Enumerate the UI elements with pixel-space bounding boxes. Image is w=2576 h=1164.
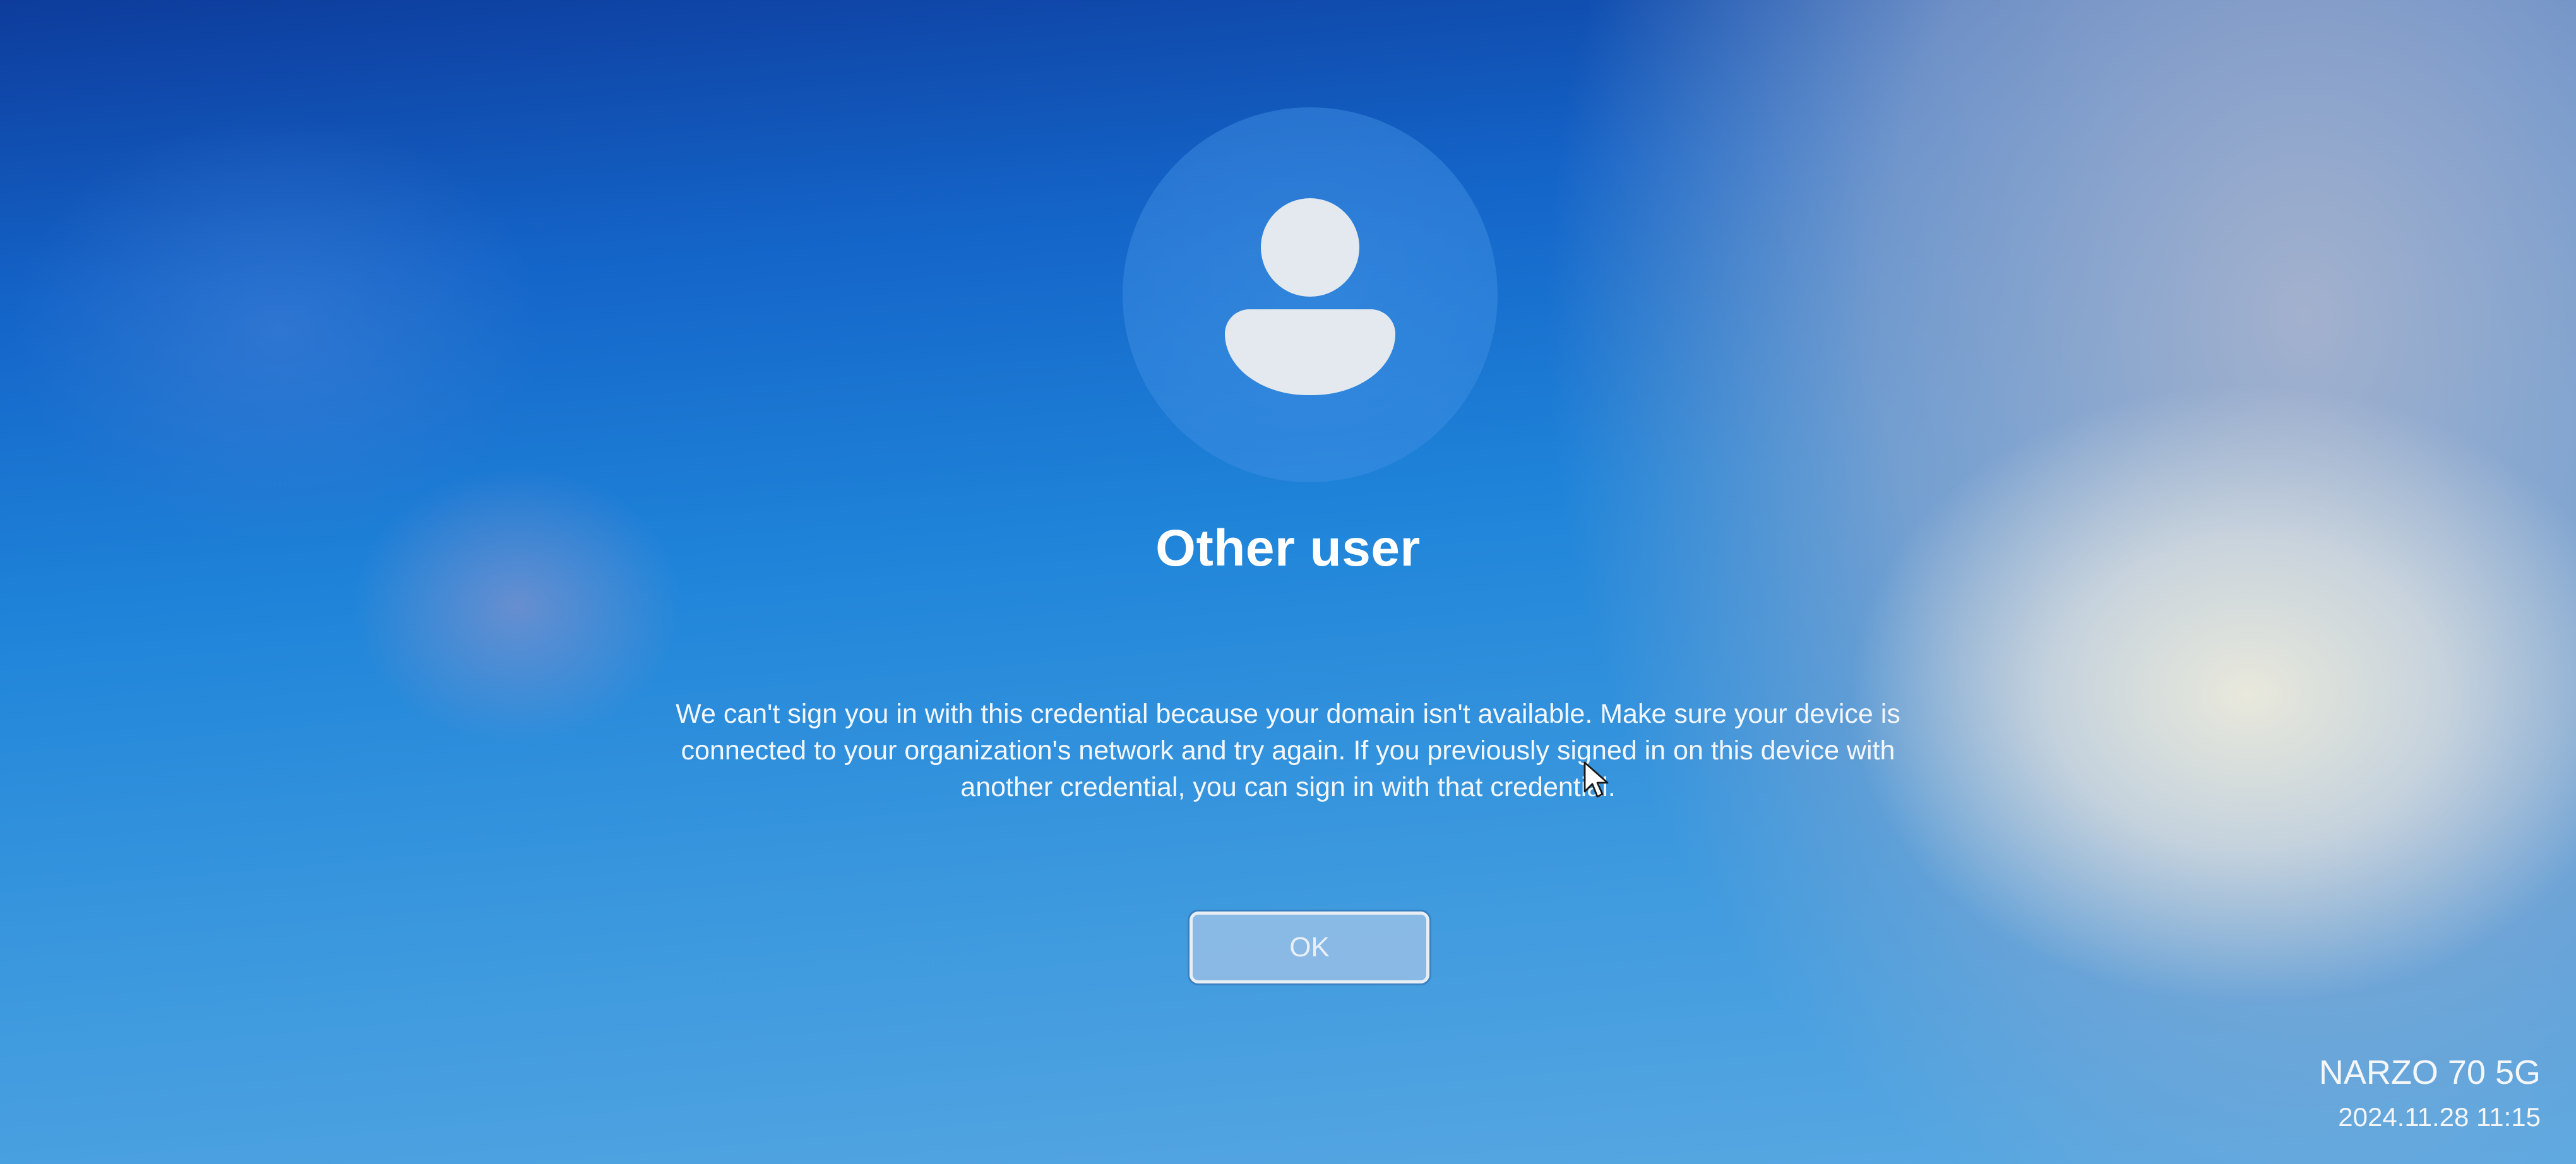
user-silhouette-body [1225,309,1395,395]
user-silhouette-icon [1261,198,1359,297]
user-avatar [1123,107,1498,482]
ok-button[interactable]: OK [1190,912,1429,983]
lock-screen: Other user We can't sign you in with thi… [0,0,2576,1164]
camera-watermark-model: NARZO 70 5G [2318,1054,2541,1091]
sign-in-error-message: We can't sign you in with this credentia… [676,699,1900,802]
mouse-pointer-icon [1583,761,1609,798]
user-name-title: Other user [1155,520,1421,577]
camera-watermark-datetime: 2024.11.28 11:15 [2338,1102,2541,1132]
